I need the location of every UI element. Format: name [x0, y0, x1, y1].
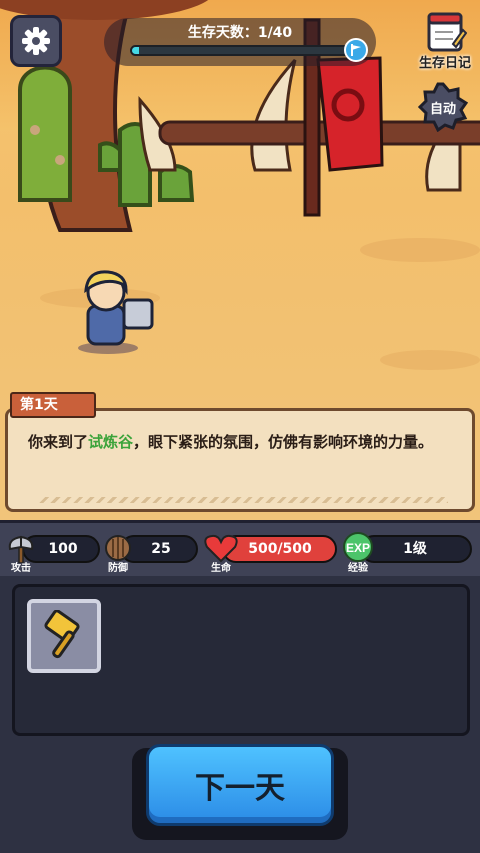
settings-button[interactable]: [10, 15, 62, 67]
dialog-text: 你来到了试炼谷，眼下紧张的氛围，仿佛有影响环境的力量。: [28, 431, 468, 452]
day-tag: 第1天: [10, 392, 96, 418]
diary-book-icon: [427, 12, 468, 52]
attack-label: 攻击: [11, 563, 31, 574]
dialog-border-pattern: [38, 497, 448, 503]
stat-experience: 1级: [360, 535, 472, 563]
survival-day-label: 生存天数：1/40: [187, 25, 293, 41]
location-highlight: 试炼谷: [88, 433, 134, 451]
experience-label: 经验: [348, 563, 368, 574]
flag-icon: [344, 38, 368, 62]
auto-button[interactable]: 自动: [417, 82, 469, 133]
attack-value: 100: [48, 541, 78, 557]
survival-diary-label: 生存日记: [418, 56, 471, 71]
health-value: 500/500: [248, 541, 312, 557]
survival-progress-bar: [130, 45, 352, 56]
inventory-slot[interactable]: [27, 599, 101, 673]
dialog-text-after: ，眼下紧张的氛围，仿佛有影响环境的力量。: [133, 433, 434, 451]
health-label: 生命: [211, 563, 231, 574]
stats-bar: 100 攻击 25 防御 500/500 生命 1级 EXP 经验: [0, 520, 480, 576]
auto-label: 自动: [429, 102, 456, 117]
stat-health: 500/500: [222, 535, 337, 563]
survival-diary-button[interactable]: 生存日记: [414, 10, 476, 71]
inventory-panel: [12, 584, 470, 736]
golden-hammer-icon: [44, 610, 80, 659]
hero-character[interactable]: [68, 268, 168, 358]
next-day-button[interactable]: 下一天: [146, 744, 334, 826]
story-dialog: 你来到了试炼谷，眼下紧张的氛围，仿佛有影响环境的力量。: [5, 408, 475, 512]
svg-text:EXP: EXP: [346, 541, 370, 555]
gear-icon: [22, 27, 50, 55]
survival-progress-fill: [132, 47, 139, 54]
dialog-text-before: 你来到了: [28, 433, 89, 451]
defense-value: 25: [151, 541, 171, 557]
defense-label: 防御: [108, 563, 128, 574]
level-value: 1级: [403, 541, 427, 557]
survival-day-panel: 生存天数：1/40: [104, 18, 376, 66]
